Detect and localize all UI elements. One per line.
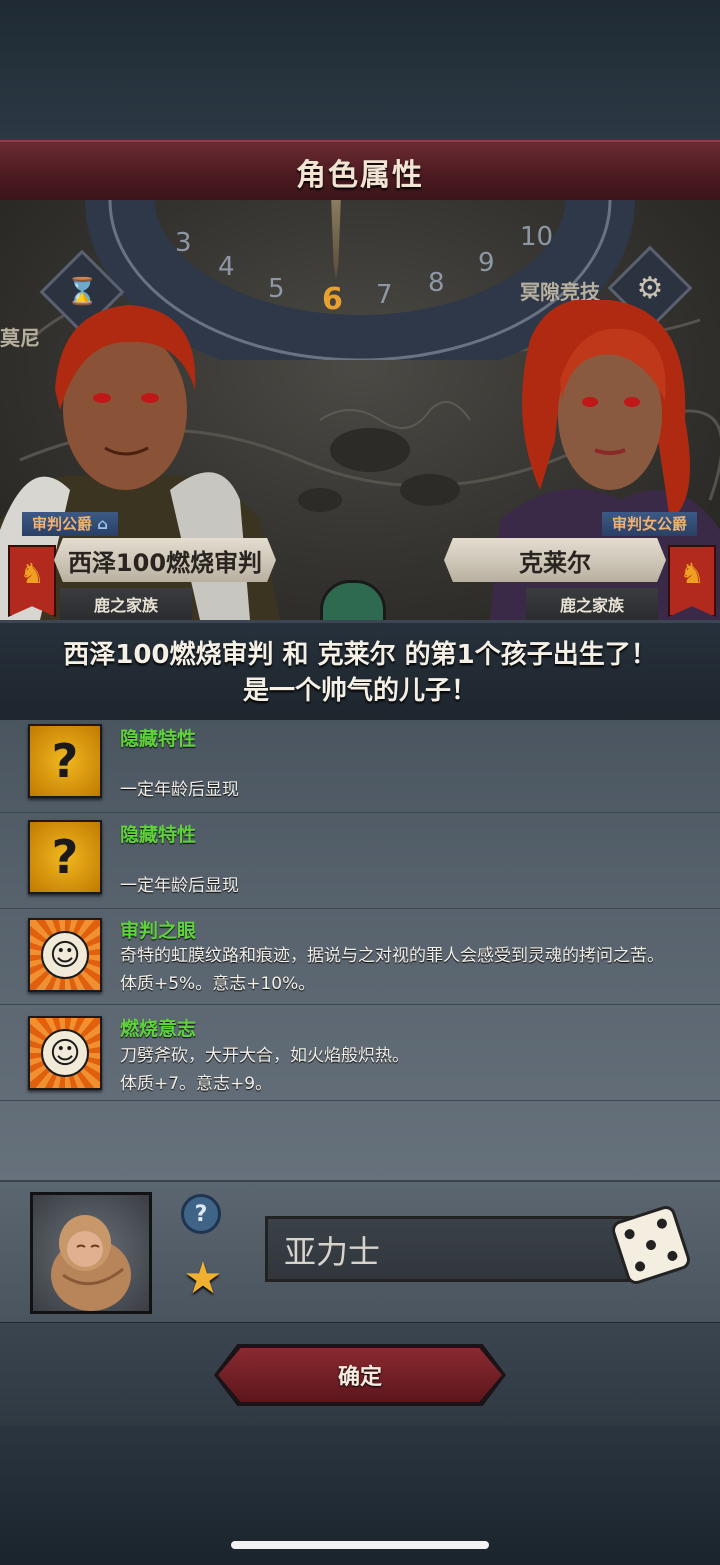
dial-number: 10 xyxy=(520,222,554,252)
page-title: 角色属性 xyxy=(296,158,424,193)
trait-list[interactable]: ? 隐藏特性 一定年龄后显现 ? 隐藏特性 一定年龄后显现 ☺ 审判之眼 奇特的… xyxy=(0,720,720,1180)
trait-bonus: 体质+7。意志+9。 xyxy=(120,1074,273,1094)
trait-desc: 一定年龄后显现 xyxy=(120,876,239,896)
birth-announcement: 西泽100燃烧审判 和 克莱尔 的第1个孩子出生了！ 是一个帅气的儿子！ xyxy=(0,620,720,726)
trait-desc: 一定年龄后显现 xyxy=(120,780,239,800)
father-name-plate[interactable]: 西泽100燃烧审判 xyxy=(54,538,276,582)
title-bar: 角色属性 xyxy=(0,140,720,204)
question-icon: ? xyxy=(28,820,102,894)
dial-number: 4 xyxy=(218,252,235,282)
mother-rank-tag: 审判女公爵 xyxy=(602,512,698,536)
house-icon: ⌂ xyxy=(97,515,108,533)
dial-number: 9 xyxy=(478,248,495,278)
dial-number: 8 xyxy=(428,268,445,298)
trait-name: 审判之眼 xyxy=(120,920,197,942)
child-name-input[interactable]: 亚力士 xyxy=(265,1216,635,1282)
mother-name-plate[interactable]: 克莱尔 xyxy=(444,538,666,582)
baby-portrait xyxy=(30,1192,152,1314)
dial-current-number: 6 xyxy=(322,282,343,317)
trait-item[interactable]: ☺ 审判之眼 奇特的虹膜纹路和痕迹，据说与之对视的罪人会感受到灵魂的拷问之苦。 … xyxy=(0,912,720,1005)
top-background xyxy=(0,0,720,140)
dial-number: 3 xyxy=(175,228,192,258)
trait-name: 燃烧意志 xyxy=(120,1018,197,1040)
trait-item[interactable]: ☺ 燃烧意志 刀劈斧砍，大开大合，如火焰般炽热。 体质+7。意志+9。 xyxy=(0,1008,720,1101)
father-house-plate: 鹿之家族 xyxy=(60,588,192,620)
trait-name: 隐藏特性 xyxy=(120,824,197,846)
mother-house-plate: 鹿之家族 xyxy=(526,588,658,620)
trait-item[interactable]: ? 隐藏特性 一定年龄后显现 xyxy=(0,816,720,909)
announcement-line-1: 西泽100燃烧审判 和 克莱尔 的第1个孩子出生了！ xyxy=(63,640,657,670)
trait-item[interactable]: ? 隐藏特性 一定年龄后显现 xyxy=(0,720,720,813)
dial-number: 7 xyxy=(376,280,393,310)
trait-desc: 刀劈斧砍，大开大合，如火焰般炽热。 xyxy=(120,1046,409,1066)
home-indicator[interactable] xyxy=(231,1541,489,1549)
help-icon[interactable]: ? xyxy=(181,1194,221,1234)
star-icon[interactable]: ★ xyxy=(180,1256,226,1302)
trait-name: 隐藏特性 xyxy=(120,728,197,750)
announcement-line-2: 是一个帅气的儿子！ xyxy=(242,676,477,706)
question-icon: ? xyxy=(28,724,102,798)
trait-bonus: 体质+5%。意志+10%。 xyxy=(120,974,316,994)
smile-icon: ☺ xyxy=(28,918,102,992)
father-rank-tag: 审判公爵 ⌂ xyxy=(22,512,118,536)
trait-desc: 奇特的虹膜纹路和痕迹，据说与之对视的罪人会感受到灵魂的拷问之苦。 xyxy=(120,946,664,966)
father-rank-label: 审判公爵 xyxy=(32,515,93,533)
confirm-button[interactable]: 确定 xyxy=(218,1348,502,1402)
smile-icon: ☺ xyxy=(28,1016,102,1090)
